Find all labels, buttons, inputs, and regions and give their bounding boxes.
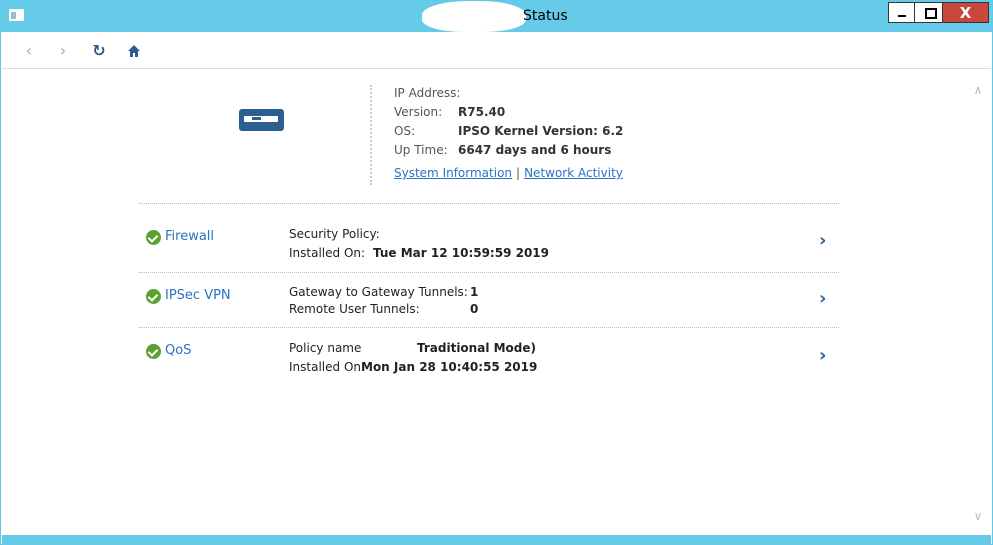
home-icon [128,45,140,57]
back-button[interactable]: ‹ [20,42,38,60]
detail-label: Installed On: [289,360,366,374]
system-information-link[interactable]: System Information [394,166,512,180]
status-ok-icon [146,289,161,304]
gateway-device-icon [239,109,284,131]
chevron-right-icon: › [59,41,67,60]
minimize-button[interactable] [888,2,915,23]
home-button[interactable] [125,42,143,60]
blade-detail-line1: Policy name Traditional Mode) [289,341,536,355]
app-icon [9,9,24,21]
info-links: System Information | Network Activity [394,166,623,180]
status-window: Status X ‹ › ↻ IP Address: Version: R75.… [0,0,993,545]
maximize-button[interactable] [914,2,943,23]
ip-label: IP Address: [394,86,461,100]
window-bottom-border [2,535,991,545]
forward-button[interactable]: › [54,42,72,60]
chevron-right-icon[interactable]: › [819,230,826,251]
blade-row-qos[interactable]: QoS Policy name Traditional Mode) Instal… [139,329,839,385]
detail-value: 1 [470,285,479,299]
blade-name[interactable]: IPSec VPN [165,288,231,303]
blade-detail-line2: Remote User Tunnels: 0 [289,302,478,316]
chevron-right-icon[interactable]: › [819,345,826,366]
window-title: Status [523,8,568,24]
detail-value: Mon Jan 28 10:40:55 2019 [361,360,538,374]
row-divider [139,272,839,273]
blade-row-firewall[interactable]: Firewall Security Policy: Installed On: … [139,213,839,269]
uptime-label: Up Time: [394,143,448,157]
status-ok-icon [146,344,161,359]
detail-value: 0 [470,302,479,316]
blade-row-ipsec-vpn[interactable]: IPSec VPN Gateway to Gateway Tunnels: 1 … [139,274,839,330]
refresh-icon: ↻ [92,41,106,60]
title-redaction [422,1,526,32]
chevron-left-icon: ‹ [25,41,33,60]
blade-name[interactable]: QoS [165,343,191,358]
os-label: OS: [394,124,416,138]
refresh-button[interactable]: ↻ [90,42,108,60]
row-divider [139,327,839,328]
chevron-right-icon[interactable]: › [819,288,826,309]
close-button[interactable]: X [942,2,989,23]
network-activity-link[interactable]: Network Activity [524,166,623,180]
close-icon: X [959,4,972,22]
vertical-scrollbar[interactable]: ∧ ∨ [967,71,989,531]
title-bar[interactable]: Status X [1,1,992,32]
version-label: Version: [394,105,443,119]
detail-value: Tue Mar 12 10:59:59 2019 [373,246,550,260]
navigation-bar: ‹ › ↻ [2,33,991,69]
version-value: R75.40 [458,105,506,119]
scroll-up-icon[interactable]: ∧ [971,83,985,97]
uptime-value: 6647 days and 6 hours [458,143,612,157]
blade-detail-line2: Installed On: Mon Jan 28 10:40:55 2019 [289,360,537,374]
link-separator: | [516,166,521,180]
scroll-down-icon[interactable]: ∨ [971,509,985,523]
row-divider [139,203,839,204]
divider [370,85,372,185]
blade-detail-line2: Installed On: Tue Mar 12 10:59:59 2019 [289,246,549,260]
os-value: IPSO Kernel Version: 6.2 [458,124,624,138]
detail-label: Installed On: [289,246,366,260]
detail-label: Security Policy: [289,227,380,241]
detail-label: Policy name [289,341,362,355]
status-ok-icon [146,230,161,245]
detail-label: Gateway to Gateway Tunnels: [289,285,468,299]
blade-name[interactable]: Firewall [165,229,214,244]
detail-value: Traditional Mode) [417,341,537,355]
detail-label: Remote User Tunnels: [289,302,420,316]
blade-detail-line1: Gateway to Gateway Tunnels: 1 [289,285,478,299]
blade-detail-line1: Security Policy: [289,227,380,241]
